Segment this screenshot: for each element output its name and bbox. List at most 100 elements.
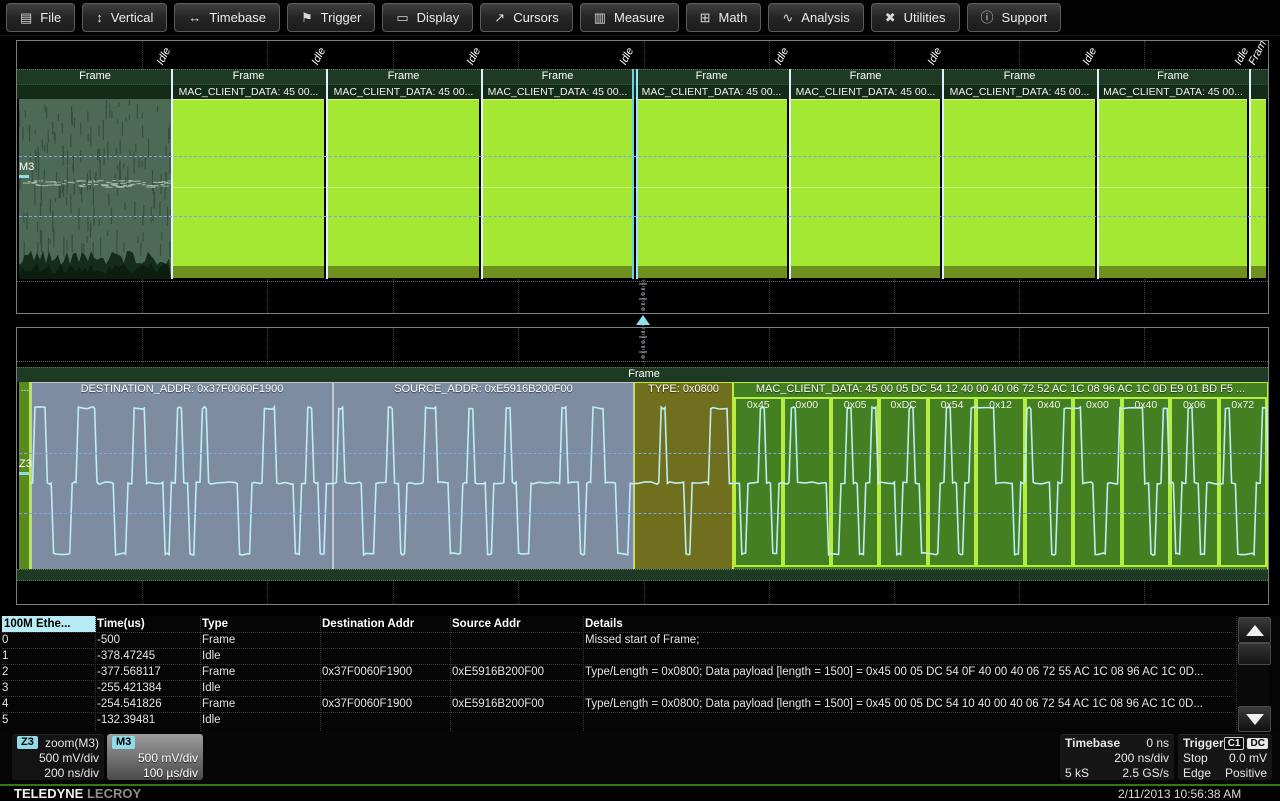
grid-line (393, 279, 394, 313)
table-cell: 1 (2, 648, 94, 664)
table-cell: Idle (202, 680, 319, 696)
table-row[interactable]: 4-254.541826Frame0x37F0060F19000xE5916B2… (0, 696, 1236, 712)
byte-value-label: 0x06 (1170, 399, 1219, 411)
table-row[interactable]: 5-132.39481Idle (0, 712, 1236, 728)
table-row[interactable]: 3-255.421384Idle (0, 680, 1236, 696)
menu-button-file[interactable]: ▤File (6, 3, 75, 32)
table-cell (585, 648, 1233, 664)
menu-button-timebase[interactable]: ↔Timebase (174, 3, 280, 32)
trigger-delay-marker[interactable] (636, 315, 650, 325)
column-separator (450, 616, 451, 731)
scrollbar-thumb[interactable] (1238, 643, 1271, 665)
menu-button-label: Cursors (513, 10, 559, 25)
scrollbar-down-button[interactable] (1238, 706, 1271, 732)
trace-m3-descriptor[interactable]: M3 500 mV/div 100 µs/div (107, 734, 203, 780)
trigger-mode: Stop (1183, 751, 1208, 765)
utilities-icon: ✖ (885, 11, 896, 24)
up-arrow-icon (1246, 625, 1264, 636)
table-cell: -500 (97, 632, 199, 648)
table-cell: -378.47245 (97, 648, 199, 664)
frame-boundary-line (1097, 69, 1099, 279)
mac-client-data-label: MAC_CLIENT_DATA: 45 00... (943, 86, 1096, 98)
table-cell: Frame (202, 632, 319, 648)
byte-value-label: 0x40 (1122, 399, 1171, 411)
mac-client-data-label: MAC_CLIENT_DATA: 45 00... (482, 86, 633, 98)
grid-line (1019, 279, 1020, 313)
idle-label: Idle (154, 46, 173, 67)
waveform-panel-m3[interactable]: IdleIdleIdleIdleIdleIdleIdleIdleFramFram… (16, 40, 1269, 314)
trigger-descriptor[interactable]: Trigger C1DC Stop 0.0 mV Edge Positive (1178, 734, 1272, 780)
timebase-title: Timebase (1065, 736, 1120, 750)
menu-button-trigger[interactable]: ⚑Trigger (287, 3, 375, 32)
table-row[interactable]: 1-378.47245Idle (0, 648, 1236, 664)
menu-button-label: Analysis (801, 10, 849, 25)
byte-value-label: 0x54 (928, 399, 977, 411)
idle-label: Idle (309, 46, 328, 67)
table-cell: 3 (2, 680, 94, 696)
row-separator (2, 680, 1234, 681)
decode-field-label: TYPE: 0x0800 (634, 383, 733, 395)
grid-line (267, 41, 268, 69)
brand-logo: TELEDYNE LECROY (14, 786, 141, 801)
column-header-destination-addr: Destination Addr (322, 616, 449, 632)
grid-line (142, 279, 143, 313)
table-cell: 0x37F0060F1900 (322, 664, 449, 680)
mac-client-data-label: MAC_CLIENT_DATA: 45 00... (172, 86, 325, 98)
table-cell: -255.421384 (97, 680, 199, 696)
horizontal-cursor-line[interactable] (19, 513, 1266, 514)
column-separator (95, 616, 96, 731)
row-separator (2, 712, 1234, 713)
grid-line (518, 41, 519, 69)
frame-fill-edge (791, 266, 940, 278)
table-row[interactable]: 2-377.568117Frame0x37F0060F19000xE5916B2… (0, 664, 1236, 680)
horizontal-cursor-line[interactable] (19, 216, 1266, 217)
horizontal-cursor-line[interactable] (19, 453, 1266, 454)
menu-button-vertical[interactable]: ↕Vertical (82, 3, 167, 32)
column-header-type: Type (202, 616, 319, 632)
menu-button-analysis[interactable]: ∿Analysis (768, 3, 863, 32)
horizontal-cursor-line[interactable] (19, 156, 1266, 157)
timebase-descriptor[interactable]: Timebase 0 ns 200 ns/div 5 kS 2.5 GS/s (1060, 734, 1174, 780)
frame-fill (173, 99, 324, 267)
idle-label: Idle (617, 46, 636, 67)
scrollbar-track[interactable] (1238, 665, 1269, 705)
mac-client-data-label: MAC_CLIENT_DATA: 45 00... (1098, 86, 1248, 98)
trace-label-m3: M3 (19, 161, 34, 173)
menu-button-display[interactable]: ▭Display (382, 3, 473, 32)
menu-button-measure[interactable]: ▥Measure (580, 3, 679, 32)
menu-button-cursors[interactable]: ↗Cursors (480, 3, 572, 32)
frame-label: Frame (344, 70, 464, 82)
table-row[interactable]: 0-500FrameMissed start of Frame; (0, 632, 1236, 648)
menu-button-label: Utilities (904, 10, 946, 25)
column-header-source-addr: Source Addr (452, 616, 582, 632)
frame-fill (636, 99, 787, 267)
column-separator (1236, 616, 1237, 731)
frame-label: Frame (189, 70, 309, 82)
frame-boundary-line (1249, 69, 1251, 279)
column-header-protocol[interactable]: 100M Ethe... (2, 616, 96, 632)
trigger-position-ruler[interactable] (630, 280, 656, 362)
frame-label: Frame (652, 70, 772, 82)
datetime: 2/11/2013 10:56:38 AM (1118, 787, 1241, 801)
menu-button-utilities[interactable]: ✖ Utilities (871, 3, 960, 32)
decode-field-label: MAC_CLIENT_DATA: 45 00 05 DC 54 12 40 00… (733, 383, 1268, 395)
byte-value-label: 0x05 (831, 399, 880, 411)
menu-button-label: Timebase (209, 10, 266, 25)
table-cell: 0 (2, 632, 94, 648)
idle-label: Idle (1080, 46, 1099, 67)
scrollbar-up-button[interactable] (1238, 617, 1271, 643)
grid-line (769, 279, 770, 313)
grid-line (142, 41, 143, 69)
z3-horizontal-scale: 200 ns/div (44, 766, 99, 780)
trigger-level: 0.0 mV (1229, 751, 1267, 765)
frame-fill-edge (944, 266, 1095, 278)
frame-boundary-line (636, 69, 638, 279)
byte-value-label: 0x72 (1219, 399, 1268, 411)
menu-button-label: Trigger (321, 10, 362, 25)
menu-button-math[interactable]: ⊞Math (686, 3, 762, 32)
table-cell (452, 648, 582, 664)
m3-badge: M3 (112, 736, 135, 749)
menu-button-support[interactable]: ⓘSupport (967, 3, 1062, 32)
zoom-z3-descriptor[interactable]: Z3 zoom(M3) 500 mV/div 200 ns/div (12, 734, 104, 780)
waveform-panel-z3[interactable]: Frame...DESTINATION_ADDR: 0x37F0060F1900… (16, 327, 1269, 605)
